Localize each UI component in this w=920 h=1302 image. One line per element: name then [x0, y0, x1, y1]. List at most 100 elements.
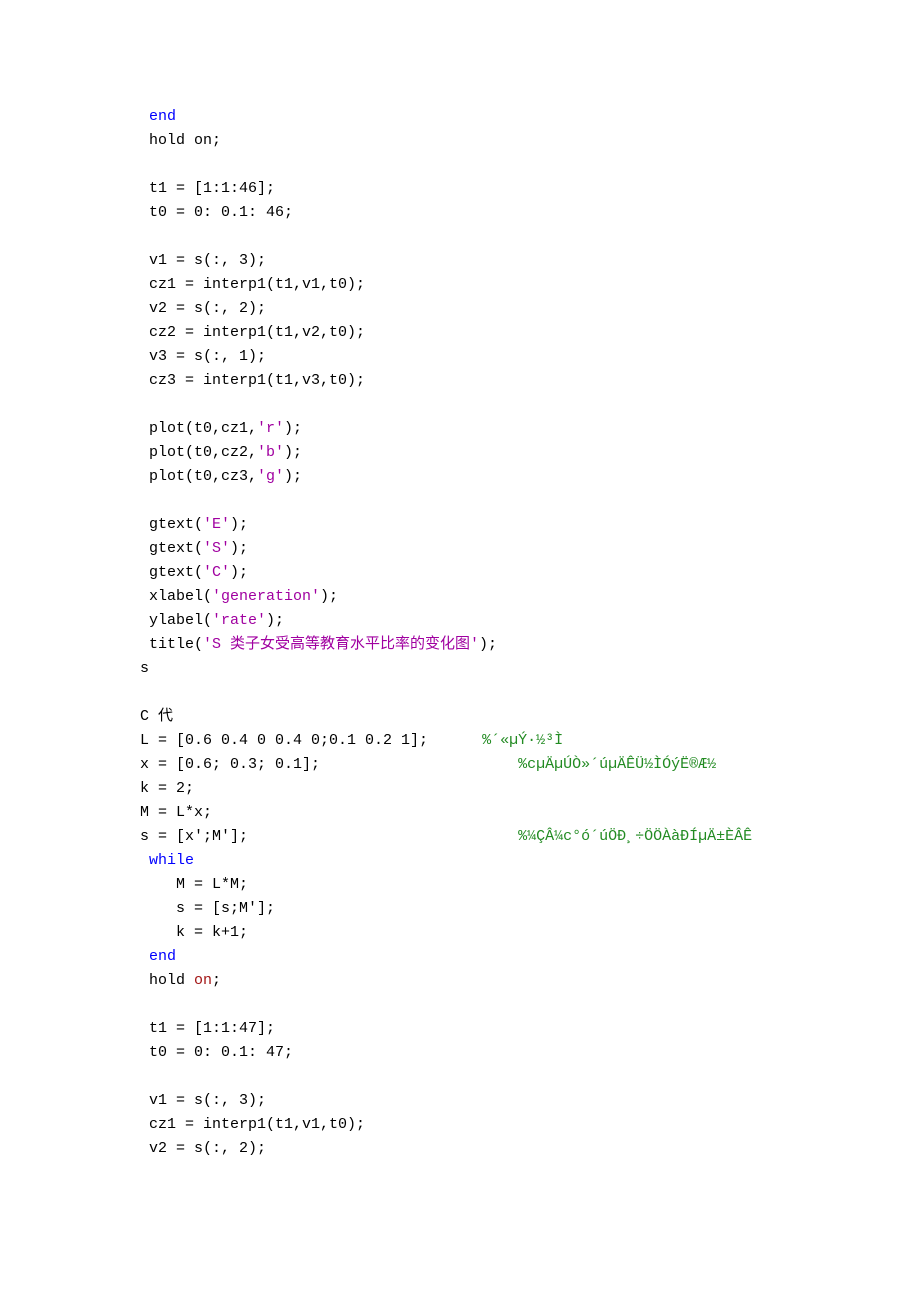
code-segment: );	[230, 540, 248, 557]
code-segment: gtext(	[140, 540, 203, 557]
code-segment	[140, 852, 149, 869]
code-line: hold on;	[140, 969, 830, 993]
code-segment: );	[284, 444, 302, 461]
code-line: v3 = s(:, 1);	[140, 345, 830, 369]
code-segment: end	[149, 108, 176, 125]
code-line: k = k+1;	[140, 921, 830, 945]
code-page: end hold on; t1 = [1:1:46]; t0 = 0: 0.1:…	[0, 0, 920, 1221]
code-segment	[140, 108, 149, 125]
code-segment: );	[284, 468, 302, 485]
code-segment: );	[479, 636, 497, 653]
code-line: s	[140, 657, 830, 681]
code-segment: v2 = s(:, 2);	[140, 1140, 266, 1157]
code-segment: gtext(	[140, 516, 203, 533]
code-segment: ;	[212, 972, 221, 989]
code-segment: %¼ÇÂ¼c°ó´úÖÐ¸÷ÖÖÀàÐÍµÄ±ÈÂÊ	[518, 828, 752, 845]
code-segment: );	[230, 516, 248, 533]
code-segment: cz1 = interp1(t1,v1,t0);	[140, 1116, 365, 1133]
code-line: L = [0.6 0.4 0 0.4 0;0.1 0.2 1]; %´«µÝ·½…	[140, 729, 830, 753]
code-line: s = [x';M']; %¼ÇÂ¼c°ó´úÖÐ¸÷ÖÖÀàÐÍµÄ±ÈÂÊ	[140, 825, 830, 849]
code-line: end	[140, 945, 830, 969]
code-segment: 'S 类子女受高等教育水平比率的变化图'	[203, 636, 479, 653]
code-segment: v3 = s(:, 1);	[140, 348, 266, 365]
code-segment: k = k+1;	[140, 924, 248, 941]
code-line: v1 = s(:, 3);	[140, 1089, 830, 1113]
code-segment: hold	[140, 972, 194, 989]
code-segment: plot(t0,cz1,	[140, 420, 257, 437]
code-segment: );	[284, 420, 302, 437]
code-line: t1 = [1:1:46];	[140, 177, 830, 201]
code-line: plot(t0,cz2,'b');	[140, 441, 830, 465]
code-segment: 'b'	[257, 444, 284, 461]
code-segment: title(	[140, 636, 203, 653]
code-line: end	[140, 105, 830, 129]
code-segment: cz1 = interp1(t1,v1,t0);	[140, 276, 365, 293]
code-segment: hold on;	[140, 132, 221, 149]
code-line: C 代	[140, 705, 830, 729]
code-line: gtext('S');	[140, 537, 830, 561]
code-line: gtext('C');	[140, 561, 830, 585]
code-segment: 'rate'	[212, 612, 266, 629]
code-line: cz2 = interp1(t1,v2,t0);	[140, 321, 830, 345]
code-segment: cz3 = interp1(t1,v3,t0);	[140, 372, 365, 389]
code-line	[140, 393, 830, 417]
code-line	[140, 993, 830, 1017]
code-line: M = L*M;	[140, 873, 830, 897]
code-line: while	[140, 849, 830, 873]
code-segment: end	[149, 948, 176, 965]
code-segment: L = [0.6 0.4 0 0.4 0;0.1 0.2 1];	[140, 732, 482, 749]
code-segment: M = L*x;	[140, 804, 212, 821]
code-segment: t1 = [1:1:46];	[140, 180, 275, 197]
code-segment: 'r'	[257, 420, 284, 437]
code-segment: );	[230, 564, 248, 581]
code-segment: t1 = [1:1:47];	[140, 1020, 275, 1037]
code-segment: %cµÄµÚÒ»´úµÄÊÜ½ÌÓýË®Æ½	[518, 756, 716, 773]
code-line: M = L*x;	[140, 801, 830, 825]
code-segment: 'S'	[203, 540, 230, 557]
code-segment: v1 = s(:, 3);	[140, 1092, 266, 1109]
code-segment: 'generation'	[212, 588, 320, 605]
code-segment: 'E'	[203, 516, 230, 533]
code-segment: );	[320, 588, 338, 605]
code-line: t0 = 0: 0.1: 47;	[140, 1041, 830, 1065]
code-line: v2 = s(:, 2);	[140, 297, 830, 321]
code-segment: %´«µÝ·½³Ì	[482, 732, 563, 749]
code-line: cz3 = interp1(t1,v3,t0);	[140, 369, 830, 393]
code-segment: x = [0.6; 0.3; 0.1];	[140, 756, 518, 773]
code-segment: while	[149, 852, 194, 869]
code-segment: plot(t0,cz3,	[140, 468, 257, 485]
code-line: plot(t0,cz3,'g');	[140, 465, 830, 489]
code-line	[140, 489, 830, 513]
code-line: t1 = [1:1:47];	[140, 1017, 830, 1041]
code-line: hold on;	[140, 129, 830, 153]
code-segment: on	[194, 972, 212, 989]
code-segment: C 代	[140, 708, 173, 725]
code-line	[140, 225, 830, 249]
code-segment: ylabel(	[140, 612, 212, 629]
code-line: t0 = 0: 0.1: 46;	[140, 201, 830, 225]
code-segment: M = L*M;	[140, 876, 248, 893]
code-line: cz1 = interp1(t1,v1,t0);	[140, 1113, 830, 1137]
code-segment: 'g'	[257, 468, 284, 485]
code-line	[140, 153, 830, 177]
code-line: v1 = s(:, 3);	[140, 249, 830, 273]
code-line: gtext('E');	[140, 513, 830, 537]
code-line: cz1 = interp1(t1,v1,t0);	[140, 273, 830, 297]
code-line: x = [0.6; 0.3; 0.1]; %cµÄµÚÒ»´úµÄÊÜ½ÌÓýË…	[140, 753, 830, 777]
code-segment: gtext(	[140, 564, 203, 581]
code-segment: cz2 = interp1(t1,v2,t0);	[140, 324, 365, 341]
code-segment: v2 = s(:, 2);	[140, 300, 266, 317]
code-line: s = [s;M'];	[140, 897, 830, 921]
code-segment: v1 = s(:, 3);	[140, 252, 266, 269]
code-line: title('S 类子女受高等教育水平比率的变化图');	[140, 633, 830, 657]
code-segment	[140, 948, 149, 965]
code-line: v2 = s(:, 2);	[140, 1137, 830, 1161]
code-line	[140, 1065, 830, 1089]
code-segment: k = 2;	[140, 780, 194, 797]
code-segment: t0 = 0: 0.1: 46;	[140, 204, 293, 221]
code-line: k = 2;	[140, 777, 830, 801]
code-line: xlabel('generation');	[140, 585, 830, 609]
code-line: ylabel('rate');	[140, 609, 830, 633]
code-segment: plot(t0,cz2,	[140, 444, 257, 461]
code-segment: t0 = 0: 0.1: 47;	[140, 1044, 293, 1061]
